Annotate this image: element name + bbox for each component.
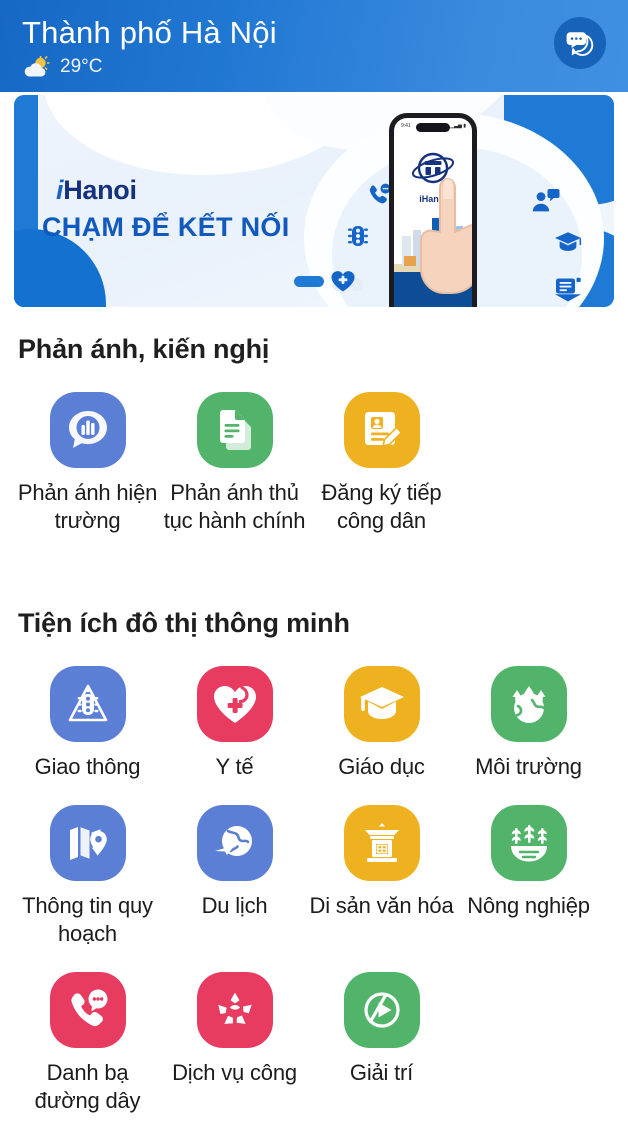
graduation-cap-icon xyxy=(554,231,582,253)
tile-di-san-van-hoa[interactable]: Di sản văn hóa xyxy=(308,805,455,948)
section-title-report: Phản ánh, kiến nghị xyxy=(18,334,270,364)
sun-behind-cloud-icon xyxy=(22,56,52,78)
tile-label: Thông tin quy hoạch xyxy=(22,893,153,946)
tile-label: Giáo dục xyxy=(338,754,425,779)
chat-button[interactable] xyxy=(554,17,606,69)
tile-label: Phản ánh hiện trường xyxy=(17,480,158,533)
banner-tagline: CHẠM ĐỂ KẾT NỐI xyxy=(42,212,290,242)
tile-nong-nghiep[interactable]: Nông nghiệp xyxy=(455,805,602,948)
banner-logo-text: Hanoi xyxy=(63,175,137,205)
grid-report: Phản ánh hiện trường Phản ánh thủ tục hà… xyxy=(14,392,534,535)
phone-mockup: 9:41 ▁▃▅ ▮ iHanoi xyxy=(389,113,477,307)
megaphone-city-icon xyxy=(49,392,126,468)
temperature-label: 29°C xyxy=(60,56,103,77)
app-header: Thành phố Hà Nội 29°C xyxy=(0,0,628,92)
globe-travel-icon xyxy=(196,805,273,881)
documents-icon xyxy=(196,392,273,468)
app-screen: Thành phố Hà Nội 29°C iHanoi CHẠM ĐỂ KẾT… xyxy=(0,0,628,1147)
tile-giao-thong[interactable]: Giao thông xyxy=(14,666,161,781)
tile-label: Môi trường xyxy=(475,754,582,779)
tile-dang-ky-tiep-cong-dan[interactable]: Đăng ký tiếp công dân xyxy=(308,392,455,535)
tile-label: Giải trí xyxy=(349,1060,414,1085)
tile-label: Y tế xyxy=(215,754,254,779)
tile-label: Đăng ký tiếp công dân xyxy=(321,480,442,533)
grid-utilities: Giao thông Y tế Giáo dục Môi trường Thôn… xyxy=(14,666,628,1139)
tile-label: Du lịch xyxy=(201,893,268,918)
agriculture-crops-icon xyxy=(490,805,567,881)
play-circle-icon xyxy=(343,972,420,1048)
person-chat-icon xyxy=(532,188,560,214)
id-card-pencil-icon xyxy=(343,392,420,468)
tile-label: Di sản văn hóa xyxy=(309,893,454,918)
map-pin-icon xyxy=(49,805,126,881)
tile-label: Nông nghiệp xyxy=(467,893,590,918)
document-mail-icon xyxy=(554,277,582,303)
tile-dich-vu-cong[interactable]: Dịch vụ công xyxy=(161,972,308,1115)
tile-y-te[interactable]: Y tế xyxy=(161,666,308,781)
tile-label: Phản ánh thủ tục hành chính xyxy=(163,480,306,533)
tile-phan-anh-hien-truong[interactable]: Phản ánh hiện trường xyxy=(14,392,161,535)
tile-phan-anh-thu-tuc[interactable]: Phản ánh thủ tục hành chính xyxy=(161,392,308,535)
traffic-light-icon xyxy=(49,666,126,742)
tile-du-lich[interactable]: Du lịch xyxy=(161,805,308,948)
hands-star-icon xyxy=(196,972,273,1048)
banner-logo: iHanoi xyxy=(56,175,137,206)
section-title-utilities: Tiện ích đô thị thông minh xyxy=(18,608,350,638)
phone-status-time: 9:41 xyxy=(401,123,411,129)
tile-label: Dịch vụ công xyxy=(172,1060,297,1085)
tile-danh-ba-duong-day[interactable]: Danh bạ đường dây xyxy=(14,972,161,1115)
banner-indicator-pill xyxy=(294,276,324,287)
page-title: Thành phố Hà Nội xyxy=(22,15,277,50)
tile-giao-duc[interactable]: Giáo dục xyxy=(308,666,455,781)
tile-label: Giao thông xyxy=(34,754,141,779)
chat-bubbles-icon xyxy=(565,29,595,57)
promo-banner[interactable]: iHanoi CHẠM ĐỂ KẾT NỐI 9:41 ▁▃▅ ▮ iHanoi xyxy=(14,95,614,307)
phone-status-indicators: ▁▃▅ ▮ xyxy=(450,123,466,129)
phone-notch xyxy=(416,123,450,132)
tile-label: Danh bạ đường dây xyxy=(34,1060,141,1113)
weather-widget: 29°C xyxy=(22,56,610,78)
graduation-cap-icon xyxy=(343,666,420,742)
traffic-light-icon xyxy=(346,223,370,249)
phone-chat-icon xyxy=(49,972,126,1048)
earth-trees-icon xyxy=(490,666,567,742)
pointing-hand-illustration xyxy=(420,177,472,294)
tile-moi-truong[interactable]: Môi trường xyxy=(455,666,602,781)
tile-thong-tin-quy-hoach[interactable]: Thông tin quy hoạch xyxy=(14,805,161,948)
tile-giai-tri[interactable]: Giải trí xyxy=(308,972,455,1115)
heart-plus-icon xyxy=(196,666,273,742)
heart-plus-icon xyxy=(330,269,356,293)
temple-gate-icon xyxy=(343,805,420,881)
